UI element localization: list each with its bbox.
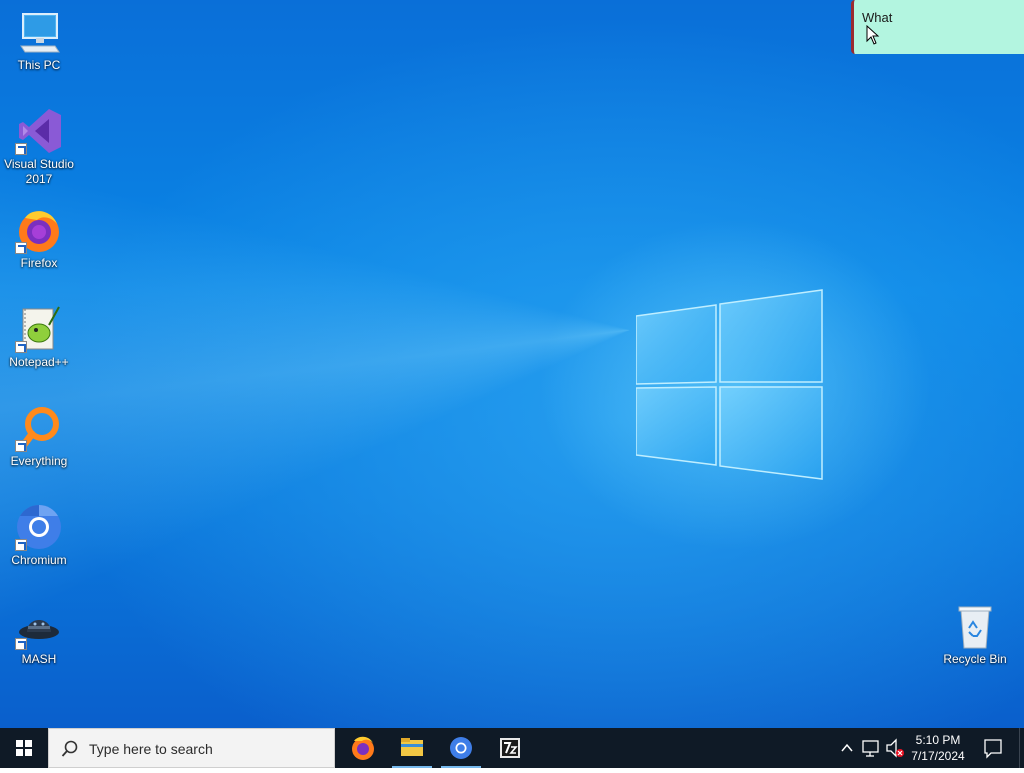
chromium-icon bbox=[450, 737, 472, 759]
desktop-icon-recycle-bin[interactable]: Recycle Bin bbox=[937, 602, 1013, 667]
desktop-icon-mash[interactable]: MASH bbox=[1, 602, 77, 667]
taskbar-clock[interactable]: 5:10 PM 7/17/2024 bbox=[906, 732, 970, 764]
7zip-icon bbox=[500, 738, 520, 758]
mouse-cursor-icon bbox=[866, 25, 880, 45]
taskbar-app-chromium[interactable] bbox=[437, 728, 485, 768]
desktop-icon-label: Recycle Bin bbox=[943, 652, 1007, 666]
shortcut-arrow-icon bbox=[15, 539, 27, 551]
taskbar-app-7zip[interactable] bbox=[486, 728, 534, 768]
sticky-note-text[interactable]: What bbox=[862, 10, 892, 25]
desktop-icon-label: MASH bbox=[21, 652, 57, 666]
windows-start-icon bbox=[16, 740, 32, 756]
desktop-icon-chromium[interactable]: Chromium bbox=[1, 503, 77, 568]
desktop-icon-notepad-plus-plus[interactable]: Notepad++ bbox=[1, 305, 77, 370]
notification-icon bbox=[984, 739, 1002, 759]
chromium-icon bbox=[15, 503, 63, 551]
desktop-icon-label: Chromium bbox=[11, 553, 67, 567]
desktop-icon-everything[interactable]: Everything bbox=[1, 404, 77, 469]
tray-network[interactable] bbox=[860, 728, 882, 768]
light-beam bbox=[0, 0, 1024, 728]
desktop-icon-label: This PC bbox=[17, 58, 61, 72]
desktop-icon-label: Firefox bbox=[20, 256, 58, 270]
taskbar-search-box[interactable]: Type here to search bbox=[48, 728, 335, 768]
search-icon bbox=[61, 740, 78, 757]
desktop-icon-label: Notepad++ bbox=[9, 355, 69, 369]
desktop-background: This PC Visual Studio 2017 Firefox Notep… bbox=[0, 0, 1024, 728]
notepad-plus-plus-icon bbox=[15, 305, 63, 353]
action-center-button[interactable] bbox=[975, 728, 1011, 768]
recycle-bin-icon bbox=[951, 602, 999, 650]
desktop-icon-firefox[interactable]: Firefox bbox=[1, 206, 77, 271]
file-explorer-icon bbox=[401, 738, 423, 756]
network-icon bbox=[862, 740, 879, 757]
shortcut-arrow-icon bbox=[15, 242, 27, 254]
volume-muted-icon bbox=[886, 738, 904, 758]
visual-studio-icon bbox=[15, 107, 63, 155]
shortcut-arrow-icon bbox=[15, 440, 27, 452]
taskbar-app-file-explorer[interactable] bbox=[388, 728, 436, 768]
firefox-icon bbox=[352, 736, 374, 760]
desktop-icon-visual-studio[interactable]: Visual Studio 2017 bbox=[1, 107, 77, 187]
clock-time: 5:10 PM bbox=[915, 733, 961, 747]
clock-date: 7/17/2024 bbox=[911, 749, 965, 763]
this-pc-icon bbox=[15, 8, 63, 56]
start-button[interactable] bbox=[0, 728, 48, 768]
desktop-icon-label: Visual Studio bbox=[4, 157, 74, 171]
windows-logo-wallpaper bbox=[636, 289, 823, 480]
firefox-icon bbox=[15, 206, 63, 254]
desktop-icon-this-pc[interactable]: This PC bbox=[1, 8, 77, 73]
search-placeholder: Type here to search bbox=[89, 741, 213, 757]
shortcut-arrow-icon bbox=[15, 143, 27, 155]
mash-hat-icon bbox=[15, 602, 63, 650]
desktop-icon-label: Everything bbox=[10, 454, 68, 468]
shortcut-arrow-icon bbox=[15, 341, 27, 353]
everything-search-icon bbox=[15, 404, 63, 452]
desktop-icon-label-line2: 2017 bbox=[25, 172, 53, 186]
tray-show-hidden-icons[interactable] bbox=[837, 728, 857, 768]
chevron-up-icon bbox=[841, 743, 853, 752]
taskbar-app-firefox[interactable] bbox=[339, 728, 387, 768]
tray-volume[interactable] bbox=[884, 728, 906, 768]
show-desktop-button[interactable] bbox=[1019, 728, 1024, 768]
shortcut-arrow-icon bbox=[15, 638, 27, 650]
taskbar: Type here to search 5:10 PM 7/17/2024 bbox=[0, 728, 1024, 768]
